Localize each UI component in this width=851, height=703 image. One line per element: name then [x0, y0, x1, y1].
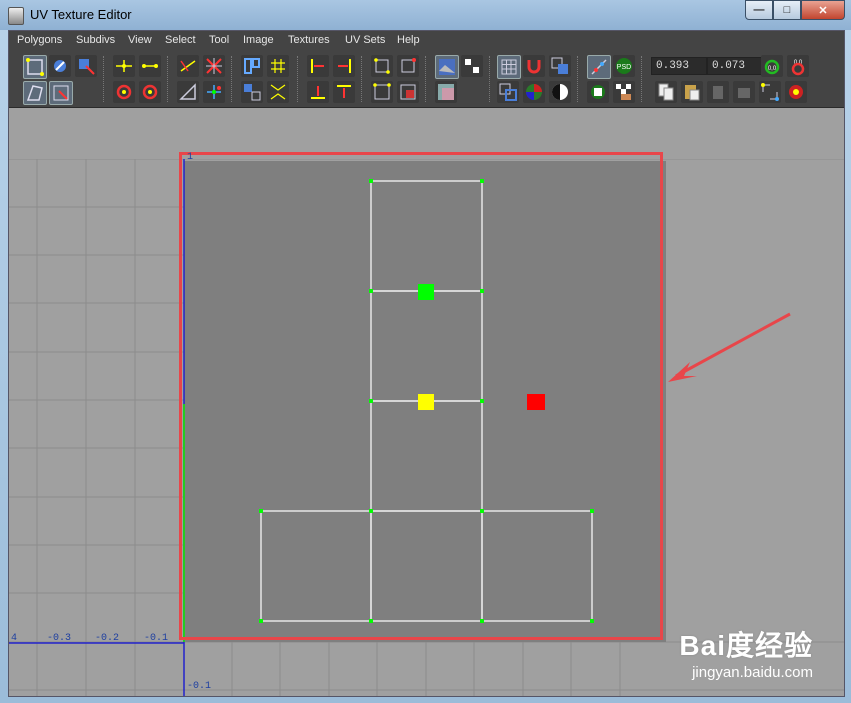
watermark-url: jingyan.baidu.com [692, 664, 813, 681]
uv-editor-window: UV Texture Editor — □ ✕ Polygons Subdivs… [0, 0, 851, 703]
watermark-logo-text: Bai度经验 [679, 630, 813, 661]
annotation-arrow [668, 312, 791, 382]
baidu-watermark: Bai度经验 jingyan.baidu.com [679, 624, 813, 681]
